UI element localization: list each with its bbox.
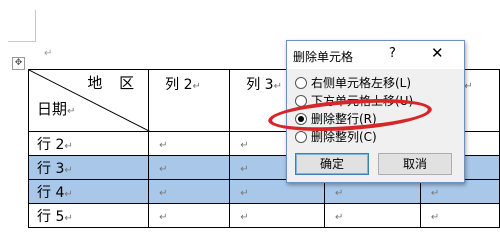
dialog-title: 删除单元格	[293, 50, 354, 64]
column-header-2[interactable]: 列 2↵	[148, 69, 231, 132]
dialog-titlebar[interactable]: 删除单元格 ? ✕	[287, 41, 464, 69]
table-cell[interactable]: ↵	[148, 203, 231, 228]
table-move-handle-icon[interactable]: ✥	[12, 57, 25, 70]
table-row: 行 5↵ ↵ ↵ ↵ ↵	[27, 203, 500, 228]
table-cell[interactable]: ↵	[229, 179, 326, 204]
diagonal-header-cell[interactable]: 地 区 日期↵	[27, 69, 151, 132]
close-button[interactable]: ✕	[431, 44, 444, 62]
radio-icon	[295, 130, 307, 143]
margin-guide-horizontal	[8, 41, 36, 42]
margin-guide-vertical	[35, 10, 36, 42]
radio-icon	[295, 76, 307, 89]
table-cell[interactable]: ↵	[419, 179, 500, 204]
table-row-selected: 行 4↵ ↵ ↵ ↵ ↵	[27, 179, 500, 204]
header-date-label: 日期↵	[37, 100, 76, 118]
option-shift-cells-left[interactable]: 右侧单元格左移(L)	[295, 74, 411, 90]
table-cell[interactable]: ↵	[229, 203, 326, 228]
ok-button[interactable]: 确定	[295, 153, 369, 175]
table-cell[interactable]: ↵	[324, 203, 421, 228]
table-cell[interactable]: ↵	[419, 203, 500, 228]
table-cell[interactable]: ↵	[148, 179, 231, 204]
help-button[interactable]: ?	[389, 46, 396, 61]
table-cell[interactable]: ↵	[148, 131, 231, 156]
header-region-label: 地 区	[87, 74, 141, 92]
cancel-button[interactable]: 取消	[378, 153, 452, 175]
paragraph-mark: ↵	[44, 48, 53, 59]
row-header-3[interactable]: 行 3↵	[27, 155, 150, 180]
row-header-2[interactable]: 行 2↵	[27, 131, 150, 156]
row-header-4[interactable]: 行 4↵	[27, 179, 150, 204]
table-cell[interactable]: ↵	[148, 155, 231, 180]
row-header-5[interactable]: 行 5↵	[27, 203, 150, 228]
page-corner-guide	[0, 0, 36, 42]
table-cell[interactable]: ↵	[324, 179, 421, 204]
